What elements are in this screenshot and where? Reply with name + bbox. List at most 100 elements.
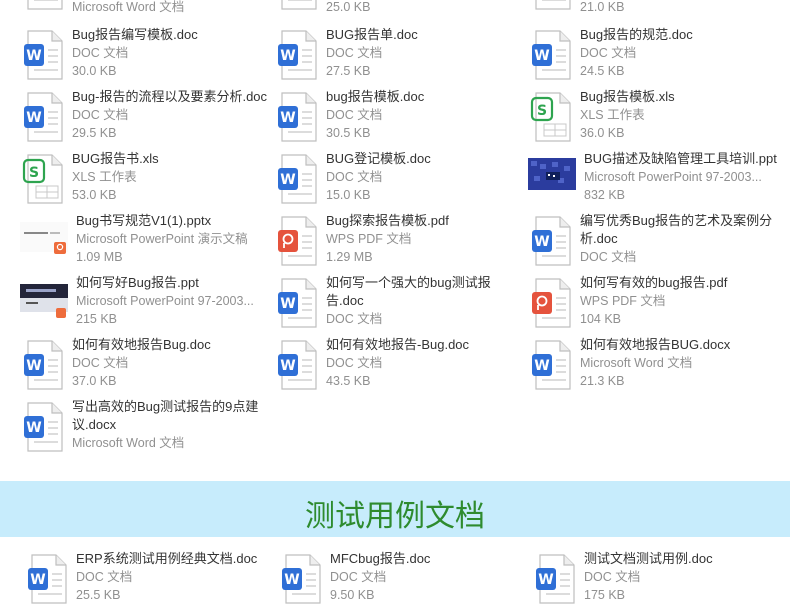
- file-size: 30.5 KB: [326, 126, 371, 140]
- file-item[interactable]: 如何写有效的bug报告.pdf WPS PDF 文档 104 KB: [530, 274, 780, 334]
- file-type: WPS PDF 文档: [326, 232, 412, 246]
- word-document-icon: W: [276, 92, 320, 146]
- file-item[interactable]: W MFCbug报告.doc DOC 文档 9.50 KB: [280, 550, 530, 610]
- file-item-partial[interactable]: W 21.0 KB: [530, 0, 780, 16]
- file-item[interactable]: W Bug报告的规范.doc DOC 文档 24.5 KB: [530, 26, 780, 86]
- file-type: Microsoft PowerPoint 演示文稿: [76, 232, 248, 246]
- file-name[interactable]: ERP系统测试用例经典文档.doc: [76, 550, 276, 568]
- file-name[interactable]: BUG描述及缺陷管理工具培训.ppt: [584, 150, 784, 168]
- svg-text:W: W: [26, 420, 41, 436]
- file-item[interactable]: W BUG登记模板.doc DOC 文档 15.0 KB: [276, 150, 526, 210]
- word-document-icon: W: [276, 278, 320, 332]
- file-item[interactable]: W BUG报告单.doc DOC 文档 27.5 KB: [276, 26, 526, 86]
- file-item[interactable]: 如何写好Bug报告.ppt Microsoft PowerPoint 97-200…: [20, 274, 276, 334]
- file-type: DOC 文档: [76, 570, 133, 584]
- file-name[interactable]: Bug报告模板.xls: [580, 88, 780, 106]
- file-name[interactable]: 如何有效地报告Bug.doc: [72, 336, 272, 354]
- file-item[interactable]: W 测试文档测试用例.doc DOC 文档 175 KB: [534, 550, 784, 610]
- file-size: 832 KB: [584, 188, 626, 202]
- file-name[interactable]: Bug报告编写模板.doc: [72, 26, 272, 44]
- excel-sheet-icon: S: [22, 154, 66, 208]
- file-size: 36.0 KB: [580, 126, 625, 140]
- file-type: Microsoft Word 文档: [580, 356, 693, 370]
- file-item[interactable]: W 写出高效的Bug测试报告的9点建议.docx Microsoft Word 文…: [22, 398, 272, 458]
- file-type: XLS 工作表: [580, 108, 645, 122]
- file-name[interactable]: 如何有效地报告-Bug.doc: [326, 336, 526, 354]
- svg-text:W: W: [538, 572, 553, 588]
- file-item[interactable]: W bug报告模板.doc DOC 文档 30.5 KB: [276, 88, 526, 148]
- file-size: 21.3 KB: [580, 374, 625, 388]
- word-document-icon: W: [530, 340, 574, 394]
- file-name[interactable]: MFCbug报告.doc: [330, 550, 530, 568]
- file-size: 27.5 KB: [326, 64, 371, 78]
- file-type: DOC 文档: [326, 312, 383, 326]
- file-name[interactable]: 测试文档测试用例.doc: [584, 550, 784, 568]
- file-size: 43.5 KB: [326, 374, 371, 388]
- file-type: DOC 文档: [326, 46, 383, 60]
- word-document-icon: W: [276, 340, 320, 394]
- svg-text:S: S: [537, 103, 547, 119]
- file-item[interactable]: W 如何有效地报告-Bug.doc DOC 文档 43.5 KB: [276, 336, 526, 396]
- file-name[interactable]: Bug探索报告模板.pdf: [326, 212, 526, 230]
- svg-text:W: W: [284, 572, 299, 588]
- pptx-thumbnail-icon: [20, 216, 68, 270]
- file-item[interactable]: W Bug报告编写模板.doc DOC 文档 30.0 KB: [22, 26, 272, 86]
- svg-text:W: W: [280, 296, 295, 312]
- file-name[interactable]: Bug-报告的流程以及要素分析.doc: [72, 88, 272, 106]
- file-type: XLS 工作表: [72, 170, 137, 184]
- word-document-icon: W: [276, 154, 320, 208]
- file-size: 9.50 KB: [330, 588, 375, 602]
- file-item[interactable]: S BUG报告书.xls XLS 工作表 53.0 KB: [22, 150, 272, 210]
- file-name[interactable]: BUG报告书.xls: [72, 150, 272, 168]
- file-name[interactable]: 如何写好Bug报告.ppt: [76, 274, 276, 292]
- file-name[interactable]: 如何写一个强大的bug测试报告.doc: [326, 274, 526, 310]
- file-type: DOC 文档: [580, 250, 637, 264]
- file-type: Microsoft PowerPoint 97-2003...: [76, 294, 254, 308]
- svg-text:S: S: [29, 165, 39, 181]
- section-banner: 测试用例文档: [0, 481, 790, 537]
- file-type: DOC 文档: [72, 46, 129, 60]
- file-name[interactable]: 如何有效地报告BUG.docx: [580, 336, 780, 354]
- file-type: DOC 文档: [326, 170, 383, 184]
- file-item[interactable]: W Bug-报告的流程以及要素分析.doc DOC 文档 29.5 KB: [22, 88, 272, 148]
- file-name[interactable]: Bug报告的规范.doc: [580, 26, 780, 44]
- svg-text:W: W: [534, 358, 549, 374]
- word-document-icon: W: [22, 0, 66, 14]
- svg-text:W: W: [280, 172, 295, 188]
- file-item[interactable]: W 编写优秀Bug报告的艺术及案例分析.doc DOC 文档: [530, 212, 780, 272]
- excel-sheet-icon: S: [530, 92, 574, 146]
- file-item-partial[interactable]: W 25.0 KB: [276, 0, 526, 16]
- file-size: 175 KB: [584, 588, 626, 602]
- word-document-icon: W: [276, 30, 320, 84]
- file-type: WPS PDF 文档: [580, 294, 666, 308]
- file-item[interactable]: W 如何写一个强大的bug测试报告.doc DOC 文档: [276, 274, 526, 334]
- file-type: DOC 文档: [326, 356, 383, 370]
- file-item[interactable]: S Bug报告模板.xls XLS 工作表 36.0 KB: [530, 88, 780, 148]
- file-item[interactable]: Bug书写规范V1(1).pptx Microsoft PowerPoint 演示…: [20, 212, 276, 272]
- word-document-icon: W: [276, 0, 320, 14]
- file-name[interactable]: BUG报告单.doc: [326, 26, 526, 44]
- file-size: 215 KB: [76, 312, 118, 326]
- file-name[interactable]: 如何写有效的bug报告.pdf: [580, 274, 780, 292]
- ppt-thumbnail-icon: [528, 154, 576, 208]
- file-item[interactable]: Bug探索报告模板.pdf WPS PDF 文档 1.29 MB: [276, 212, 526, 272]
- word-document-icon: W: [22, 30, 66, 84]
- file-size: 53.0 KB: [72, 188, 117, 202]
- svg-text:W: W: [26, 110, 41, 126]
- file-name[interactable]: 写出高效的Bug测试报告的9点建议.docx: [72, 398, 272, 434]
- file-type: Microsoft PowerPoint 97-2003...: [584, 170, 762, 184]
- pdf-document-icon: [530, 278, 574, 332]
- file-item[interactable]: W ERP系统测试用例经典文档.doc DOC 文档 25.5 KB: [26, 550, 276, 610]
- file-item[interactable]: W 如何有效地报告BUG.docx Microsoft Word 文档 21.3 K…: [530, 336, 780, 396]
- file-name[interactable]: bug报告模板.doc: [326, 88, 526, 106]
- file-name[interactable]: BUG登记模板.doc: [326, 150, 526, 168]
- file-name[interactable]: Bug书写规范V1(1).pptx: [76, 212, 276, 230]
- file-size: 37.0 KB: [72, 374, 117, 388]
- file-item[interactable]: W 如何有效地报告Bug.doc DOC 文档 37.0 KB: [22, 336, 272, 396]
- file-size: 24.5 KB: [580, 64, 625, 78]
- file-type: DOC 文档: [72, 108, 129, 122]
- file-item-partial[interactable]: W Microsoft Word 文档: [22, 0, 272, 16]
- file-item[interactable]: BUG描述及缺陷管理工具培训.ppt Microsoft PowerPoint 9…: [528, 150, 784, 210]
- file-name[interactable]: 编写优秀Bug报告的艺术及案例分析.doc: [580, 212, 780, 248]
- file-size: 1.29 MB: [326, 250, 373, 264]
